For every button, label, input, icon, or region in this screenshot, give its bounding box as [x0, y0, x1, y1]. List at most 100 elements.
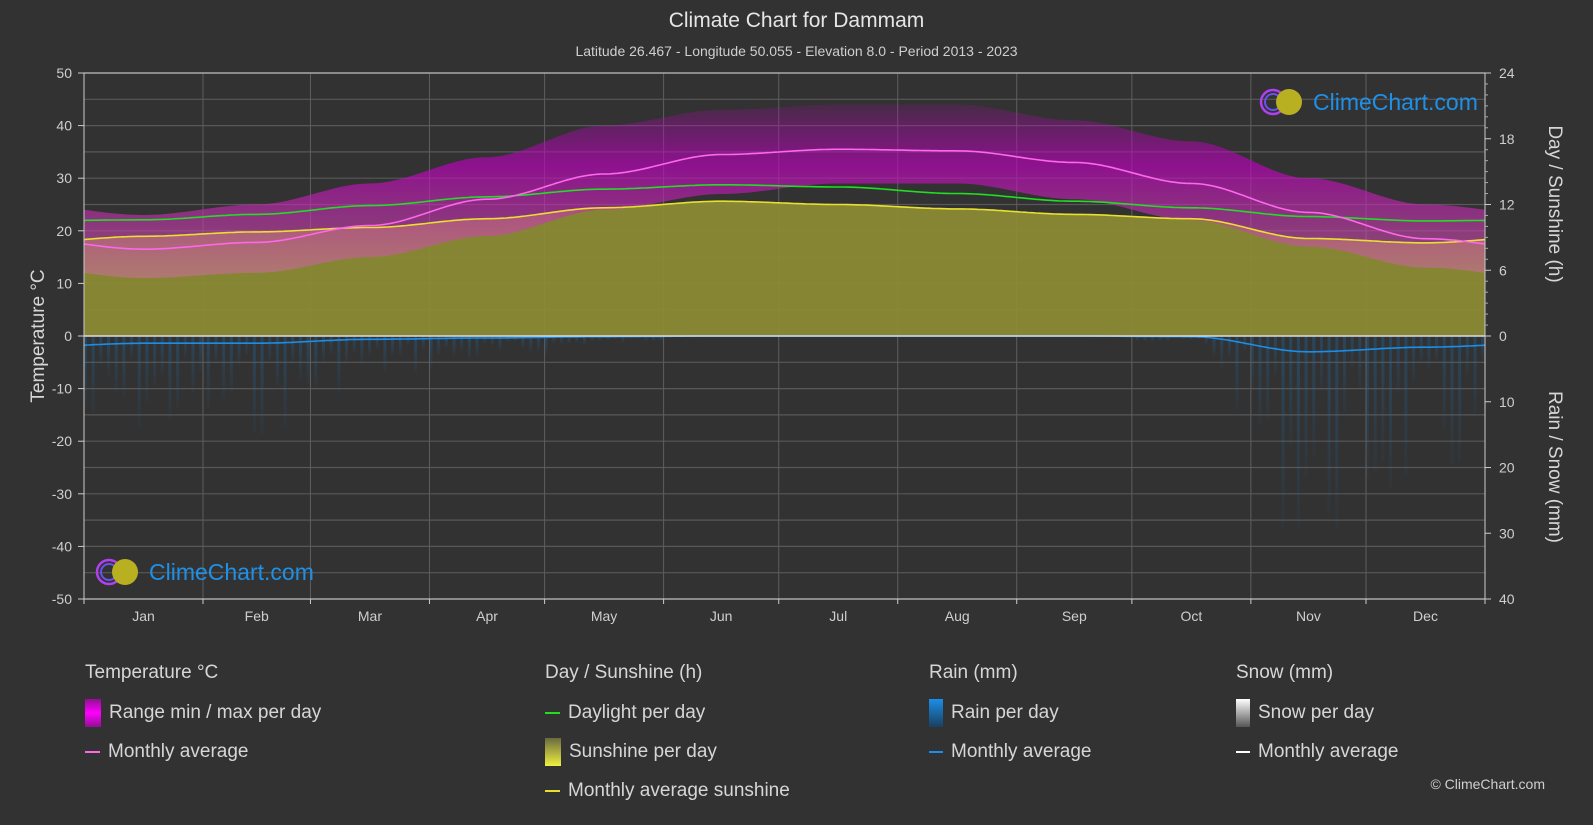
- right-top-axis-title: Day / Sunshine (h): [1544, 125, 1565, 282]
- rain-bar: [145, 336, 149, 402]
- left-tick-label: 20: [56, 223, 72, 239]
- snow-swatch-icon: [1236, 699, 1250, 727]
- right-bottom-tick-label: 40: [1499, 591, 1515, 607]
- right-top-tick-label: 6: [1499, 262, 1507, 278]
- rain-bar: [1458, 336, 1462, 463]
- rain-bar: [329, 336, 333, 354]
- rain-bar: [1281, 336, 1285, 528]
- right-bottom-tick-label: 10: [1499, 394, 1515, 410]
- rain-bar: [1289, 336, 1293, 446]
- rain-bar: [1273, 336, 1277, 375]
- logo-icon: [1259, 88, 1302, 116]
- legend-snow: Snow (mm) Snow per day Monthly average: [1236, 662, 1398, 778]
- rain-bar: [544, 336, 548, 354]
- range-swatch-icon: [85, 699, 101, 727]
- rain-bar: [1312, 336, 1316, 457]
- right-bottom-tick-label: 30: [1499, 525, 1515, 541]
- rain-bar: [483, 336, 487, 344]
- legend-title: Snow (mm): [1236, 662, 1334, 683]
- rain-bar: [1373, 336, 1377, 472]
- left-tick-label: -10: [52, 381, 72, 397]
- legend-item: Monthly average: [85, 739, 321, 765]
- legend-item: Monthly average: [929, 739, 1091, 765]
- rain-bar: [1342, 336, 1346, 413]
- rain-bar: [429, 336, 433, 369]
- line-swatch-icon: [1236, 751, 1250, 753]
- legend-item: Rain per day: [929, 699, 1091, 727]
- rain-bar: [160, 336, 164, 376]
- logo-bottom[interactable]: ClimeChart.com: [95, 557, 314, 587]
- rain-bar: [1412, 336, 1416, 382]
- rain-bar: [475, 336, 479, 356]
- legend-label: Rain per day: [951, 702, 1059, 723]
- line-swatch-icon: [545, 712, 560, 714]
- right-top-tick-label: 24: [1499, 65, 1515, 81]
- rain-bar: [291, 336, 295, 364]
- rain-bar: [122, 336, 126, 398]
- legend-item: Sunshine per day: [545, 738, 790, 766]
- legend-label: Monthly average: [1258, 741, 1399, 762]
- rain-bar: [237, 336, 241, 366]
- legend-label: Monthly average: [108, 741, 249, 762]
- rain-bar: [245, 336, 249, 355]
- logo-top[interactable]: ClimeChart.com: [1259, 87, 1478, 117]
- legend-label: Range min / max per day: [109, 702, 322, 723]
- rain-bar: [168, 336, 172, 419]
- x-tick-label: Feb: [245, 608, 269, 624]
- legend-temperature: Temperature °C Range min / max per day M…: [85, 662, 321, 778]
- legend-item: Daylight per day: [545, 700, 790, 726]
- rain-bar: [1366, 336, 1370, 478]
- left-tick-label: 40: [56, 118, 72, 134]
- left-tick-label: -40: [52, 538, 72, 554]
- x-tick-label: Jun: [710, 608, 733, 624]
- rain-bar: [1358, 336, 1362, 390]
- rain-bar: [1473, 336, 1477, 414]
- rain-bar: [229, 336, 233, 393]
- rain-bar: [130, 336, 134, 358]
- rain-bar: [1389, 336, 1393, 489]
- x-tick-label: Dec: [1413, 608, 1438, 624]
- legend-item: Range min / max per day: [85, 699, 322, 727]
- x-tick-label: Nov: [1296, 608, 1321, 624]
- rain-bar: [99, 336, 103, 365]
- rain-bar: [107, 336, 111, 376]
- right-bottom-tick-label: 20: [1499, 460, 1515, 476]
- line-swatch-icon: [545, 790, 560, 792]
- legend-title: Day / Sunshine (h): [545, 662, 703, 683]
- logo-text: ClimeChart.com: [1313, 88, 1478, 115]
- rain-bar: [1227, 336, 1231, 358]
- copyright: © ClimeChart.com: [1430, 776, 1545, 792]
- rain-bar: [337, 336, 341, 393]
- rain-bar: [383, 336, 387, 373]
- rain-bar: [1481, 336, 1485, 361]
- rain-bars: [84, 336, 1485, 530]
- rain-bar: [1319, 336, 1323, 391]
- rain-bar: [1296, 336, 1300, 528]
- rain-bar: [283, 336, 287, 426]
- rain-bar: [191, 336, 195, 394]
- right-top-tick-label: 12: [1499, 197, 1515, 213]
- x-tick-label: Aug: [945, 608, 970, 624]
- right-top-tick-label: 18: [1499, 131, 1515, 147]
- rain-bar: [314, 336, 318, 389]
- legend-label: Monthly average sunshine: [568, 780, 790, 801]
- rain-bar: [375, 336, 379, 349]
- legend-title: Rain (mm): [929, 662, 1018, 683]
- rain-bar: [506, 336, 510, 342]
- legend-label: Monthly average: [951, 741, 1092, 762]
- rain-bar: [406, 336, 410, 345]
- sunshine-swatch-icon: [545, 738, 561, 766]
- rain-bar: [467, 336, 471, 359]
- left-axis-title: Temperature °C: [28, 269, 49, 402]
- right-top-tick-label: 0: [1499, 328, 1507, 344]
- rain-bar: [1304, 336, 1308, 479]
- rain-bar: [214, 336, 218, 365]
- rain-bar: [137, 336, 141, 428]
- rain-bar: [1435, 336, 1439, 362]
- rain-swatch-icon: [929, 699, 943, 727]
- legend-item: Monthly average: [1236, 739, 1398, 765]
- rain-bar: [1396, 336, 1400, 393]
- left-tick-label: 30: [56, 170, 72, 186]
- legend-item: Snow per day: [1236, 699, 1398, 727]
- x-tick-label: Apr: [476, 608, 498, 624]
